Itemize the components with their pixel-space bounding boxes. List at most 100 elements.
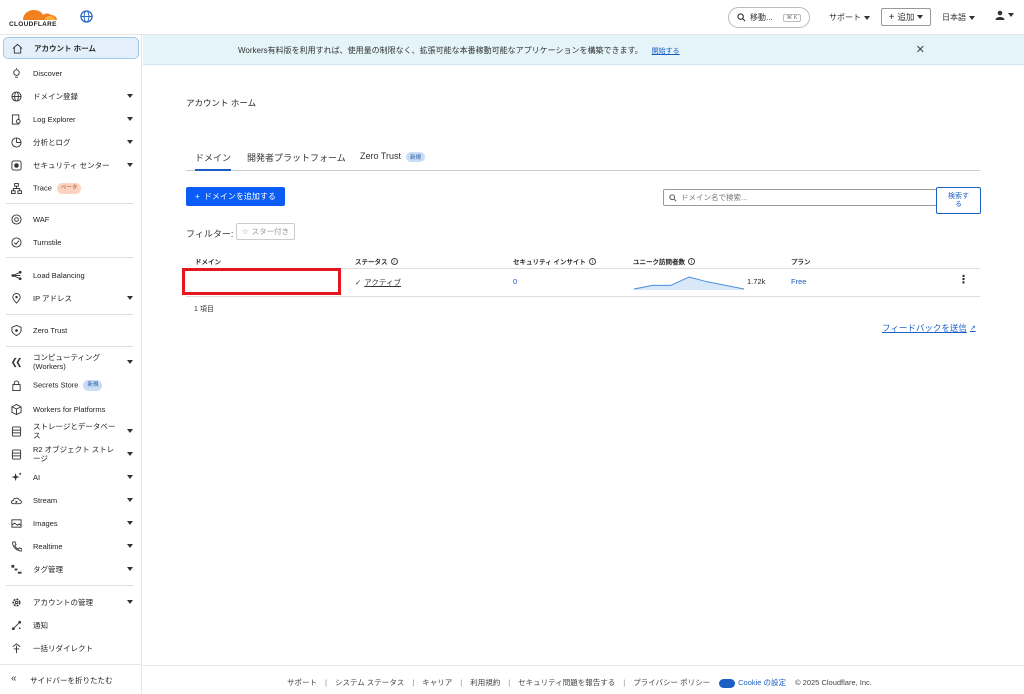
sidebar-item-zero-trust[interactable]: Zero Trust [3,323,139,337]
domain-search-input[interactable]: ドメイン名で検索... [663,189,937,206]
footer-link-support[interactable]: サポート [287,677,317,688]
quick-search-button[interactable]: 移動... ⌘ K [728,7,810,28]
search-button[interactable]: 検索する [936,187,981,214]
sidebar-item-tag-management[interactable]: タグ管理 [3,562,139,576]
cookie-settings-link[interactable]: Cookie の設定 [719,677,786,688]
cloud-play-icon [11,497,22,504]
sidebar-item-bulk-redirects[interactable]: 一括リダイレクト [3,641,139,655]
column-header-unique-visitors[interactable]: ユニーク訪問者数 i [633,256,695,266]
search-icon [737,13,746,22]
sidebar-item-turnstile[interactable]: Turnstile [3,235,139,249]
footer-link-system-status[interactable]: システム ステータス [335,677,404,688]
info-icon[interactable]: i [688,257,695,265]
sidebar-item-analytics-logs[interactable]: 分析とログ [3,135,139,149]
sparkline-area [634,277,744,290]
user-icon [995,10,1005,20]
sidebar-item-images[interactable]: Images [3,516,139,530]
new-badge: 新規 [406,151,426,162]
sidebar-item-workers[interactable]: コンピューティング (Workers) [3,351,139,373]
info-icon[interactable]: i [588,257,596,265]
plus-icon: + [888,11,895,23]
tab-zero-trust[interactable]: Zero Trust 新規 [360,151,426,162]
footer-link-privacy[interactable]: プライバシー ポリシー [633,677,710,688]
tag-management-icon [11,564,22,574]
sidebar-item-label: AI [33,472,41,482]
feedback-link[interactable]: フィードバックを送信 ↗ [882,322,976,334]
collapse-sidebar-label: サイドバーを折りたたむ [30,676,113,685]
sidebar-item-security-center[interactable]: セキュリティ センター [3,158,139,172]
chevron-down-icon [127,475,133,479]
sidebar-item-r2-storage[interactable]: R2 オブジェクト ストレージ [3,443,139,465]
sidebar-divider [6,257,133,258]
sidebar-item-label: Load Balancing [33,270,85,280]
sidebar-item-storage-databases[interactable]: ストレージとデータベース [3,420,139,442]
top-bar: CLOUDFLARE 移動... ⌘ K サポート + 追加 日本語 [0,0,1024,35]
cloudflare-logo[interactable]: CLOUDFLARE [9,6,71,30]
sidebar-item-label: Zero Trust [33,325,68,335]
domain-cell[interactable] [182,268,341,295]
sidebar-item-ip-addresses[interactable]: IP アドレス [3,291,139,305]
document-search-icon [11,113,21,125]
row-actions-kebab-icon[interactable]: ⋮ [958,273,969,286]
sidebar-item-secrets-store[interactable]: Secrets Store 新規 [3,378,139,392]
column-header-domain[interactable]: ドメイン [195,256,221,266]
sidebar-item-domain-registration[interactable]: ドメイン登録 [3,89,139,103]
sidebar-item-label: R2 オブジェクト ストレージ [33,445,115,463]
brand-name: CLOUDFLARE [9,21,57,28]
sidebar-item-waf[interactable]: WAF [3,212,139,226]
sidebar-item-notifications[interactable]: 通知 [3,618,139,632]
filter-label: フィルター: [186,229,234,239]
status-cell[interactable]: ✓ アクティブ [355,277,401,288]
close-icon[interactable]: ✕ [916,43,925,56]
sidebar-item-label: タグ管理 [33,564,63,574]
info-icon[interactable]: i [390,257,398,265]
zero-trust-tab-label: Zero Trust [360,151,402,161]
chevron-down-icon [969,15,975,20]
checkmark-icon: ✓ [355,278,362,287]
chevron-down-icon [127,296,133,300]
turnstile-icon [11,236,22,248]
security-insights-value[interactable]: 0 [513,277,517,286]
sidebar-item-account-home[interactable]: アカウント ホーム [3,37,139,59]
column-header-status[interactable]: ステータス i [355,256,398,266]
sidebar-item-account-management[interactable]: アカウントの管理 [3,595,139,609]
sidebar-item-workers-for-platforms[interactable]: Workers for Platforms [3,402,139,416]
column-header-security-insights[interactable]: セキュリティ インサイト i [513,256,596,266]
column-header-plan[interactable]: プラン [791,256,811,266]
footer-link-report-security[interactable]: セキュリティ問題を報告する [518,677,615,688]
sidebar-item-trace[interactable]: Trace ベータ [3,181,139,195]
banner-text: Workers有料版を利用すれば、使用量の制限なく、拡張可能な本番稼動可能なアプ… [238,46,643,55]
tab-domains[interactable]: ドメイン [195,151,232,171]
sidebar-item-label: WAF [33,214,50,224]
load-balancing-icon [11,270,22,280]
footer-link-careers[interactable]: キャリア [422,677,452,688]
sidebar-item-load-balancing[interactable]: Load Balancing [3,268,139,282]
starred-filter-chip[interactable]: ☆ スター付き [236,223,295,240]
sidebar-item-log-explorer[interactable]: Log Explorer [3,112,139,126]
sidebar-item-stream[interactable]: Stream [3,493,139,507]
notification-icon [11,620,22,630]
user-menu[interactable] [995,10,1014,20]
footer-link-terms[interactable]: 利用規約 [470,677,500,688]
sidebar-item-label: Stream [33,495,58,505]
language-menu[interactable]: 日本語 [942,12,975,23]
sidebar-item-discover[interactable]: Discover [3,66,139,80]
sidebar-item-ai[interactable]: AI [3,470,139,484]
sidebar-item-label: 通知 [33,620,48,630]
sidebar-item-label: アカウントの管理 [33,597,93,607]
footer-links: サポート | システム ステータス | キャリア | 利用規約 | セキュリティ問題を報… [287,677,872,688]
sidebar-item-label: Images [33,518,58,528]
tab-developer-platform[interactable]: 開発者プラットフォーム [247,151,346,164]
add-button[interactable]: + 追加 [881,8,931,26]
sidebar-item-label: Secrets Store 新規 [33,379,103,391]
add-domain-button[interactable]: + ドメインを追加する [186,187,285,206]
sidebar: アカウント ホーム Discover ドメイン登録 Log Explorer 分… [0,35,142,694]
sidebar-item-realtime[interactable]: Realtime [3,539,139,553]
chevron-down-icon [1008,13,1014,17]
plan-value[interactable]: Free [791,277,806,286]
insights-header-label: セキュリティ インサイト [513,259,586,266]
globe-icon[interactable] [80,10,93,23]
banner-start-link[interactable]: 開始する [652,48,680,55]
support-menu[interactable]: サポート [829,12,870,23]
collapse-sidebar-button[interactable]: « サイドバーを折りたたむ [0,664,142,694]
